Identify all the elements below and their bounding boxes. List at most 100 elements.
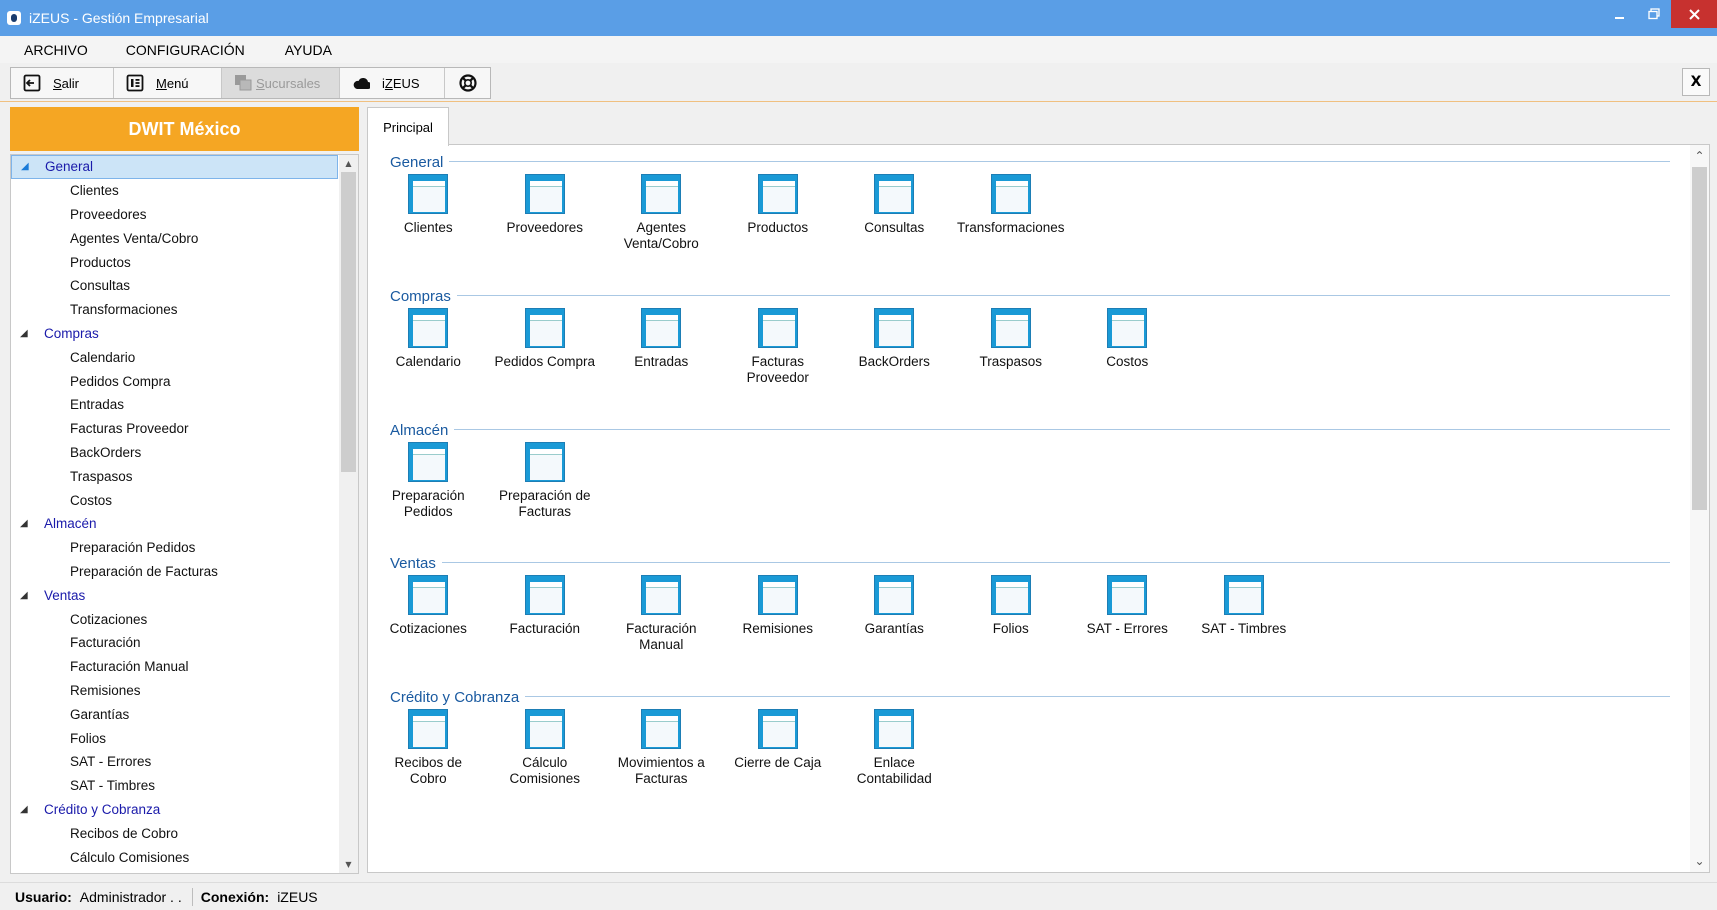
expand-triangle-icon[interactable]: ◢ — [20, 804, 30, 815]
tree-item-pedidos-compra[interactable]: Pedidos Compra — [11, 369, 338, 393]
launcher-backorders[interactable]: BackOrders — [836, 308, 953, 386]
menu-button[interactable]: Menú — [114, 68, 222, 98]
launcher-cierre-de-caja[interactable]: Cierre de Caja — [720, 709, 837, 787]
launcher-remisiones[interactable]: Remisiones — [720, 575, 837, 653]
tree-item-cotizaciones[interactable]: Cotizaciones — [11, 607, 338, 631]
launcher-folios[interactable]: Folios — [953, 575, 1070, 653]
tree-item-recibos-de-cobro[interactable]: Recibos de Cobro — [11, 821, 338, 845]
launcher-sat-timbres[interactable]: SAT - Timbres — [1186, 575, 1303, 653]
help-button[interactable] — [445, 68, 490, 98]
launcher-preparacion-pedidos[interactable]: Preparación Pedidos — [370, 442, 487, 520]
tree-group-almacen[interactable]: ◢ Almacén — [11, 512, 338, 536]
launcher-preparacion-de-facturas[interactable]: Preparación de Facturas — [487, 442, 604, 520]
menu-archivo[interactable]: ARCHIVO — [0, 42, 102, 58]
tree-group-label: Almacén — [44, 516, 97, 532]
folder-icon — [524, 174, 565, 214]
launcher-facturas-proveedor[interactable]: Facturas Proveedor — [720, 308, 837, 386]
izeus-button[interactable]: iZEUS — [340, 68, 445, 98]
menu-ayuda[interactable]: AYUDA — [259, 42, 346, 58]
expand-triangle-icon[interactable]: ◢ — [21, 161, 31, 172]
tree-item-facturacion-manual[interactable]: Facturación Manual — [11, 655, 338, 679]
tree-item-traspasos[interactable]: Traspasos — [11, 464, 338, 488]
launcher-label: Folios — [953, 621, 1069, 637]
launcher-consultas[interactable]: Consultas — [836, 174, 953, 252]
tree-item-agentes-venta-cobro[interactable]: Agentes Venta/Cobro — [11, 226, 338, 250]
launcher-cotizaciones[interactable]: Cotizaciones — [370, 575, 487, 653]
launcher-entradas[interactable]: Entradas — [603, 308, 720, 386]
launcher-calendario[interactable]: Calendario — [370, 308, 487, 386]
launcher-agentes-venta-cobro[interactable]: Agentes Venta/Cobro — [603, 174, 720, 252]
tree-scrollbar[interactable]: ▲ ▼ — [339, 155, 358, 873]
launcher-enlace-contabilidad[interactable]: Enlace Contabilidad — [836, 709, 953, 787]
tree-item-proveedores[interactable]: Proveedores — [11, 203, 338, 227]
scroll-down-icon[interactable]: ⌄ — [1690, 850, 1709, 872]
navigation-tree: ◢ General Clientes Proveedores Agentes Venta… — [10, 154, 359, 874]
launcher-calculo-comisiones[interactable]: Cálculo Comisiones — [487, 709, 604, 787]
tree-list: ◢ General Clientes Proveedores Agentes Venta… — [11, 155, 338, 869]
expand-triangle-icon[interactable]: ◢ — [20, 518, 30, 529]
launcher-recibos-de-cobro[interactable]: Recibos de Cobro — [370, 709, 487, 787]
tree-group-compras[interactable]: ◢ Compras — [11, 322, 338, 346]
content-scroll-thumb[interactable] — [1692, 167, 1707, 510]
launcher-facturacion[interactable]: Facturación — [487, 575, 604, 653]
tree-item-calculo-comisiones[interactable]: Cálculo Comisiones — [11, 845, 338, 869]
salir-button[interactable]: Salir — [11, 68, 114, 98]
launcher-garantias[interactable]: Garantías — [836, 575, 953, 653]
folder-icon — [641, 575, 682, 615]
tree-item-calendario[interactable]: Calendario — [11, 345, 338, 369]
restore-button[interactable] — [1637, 0, 1671, 28]
tree-item-preparacion-pedidos[interactable]: Preparación Pedidos — [11, 536, 338, 560]
expand-triangle-icon[interactable]: ◢ — [20, 328, 30, 339]
launcher-transformaciones[interactable]: Transformaciones — [953, 174, 1070, 252]
folder-icon — [757, 308, 798, 348]
tree-item-entradas[interactable]: Entradas — [11, 393, 338, 417]
scroll-up-icon[interactable]: ⌃ — [1690, 145, 1709, 167]
tree-item-clientes[interactable]: Clientes — [11, 179, 338, 203]
content-scrollbar[interactable]: ⌃ ⌄ — [1690, 145, 1709, 872]
tree-item-consultas[interactable]: Consultas — [11, 274, 338, 298]
launcher-productos[interactable]: Productos — [720, 174, 837, 252]
tree-item-facturas-proveedor[interactable]: Facturas Proveedor — [11, 417, 338, 441]
launcher-movimientos-a-facturas[interactable]: Movimientos a Facturas — [603, 709, 720, 787]
launcher-label-line: Facturas — [751, 354, 805, 369]
launcher-pedidos-compra[interactable]: Pedidos Compra — [487, 308, 604, 386]
menu-bar: ARCHIVO CONFIGURACIÓN AYUDA — [0, 36, 1717, 63]
tree-scroll-thumb[interactable] — [341, 172, 356, 472]
menu-configuracion[interactable]: CONFIGURACIÓN — [102, 42, 259, 58]
tree-item-costos[interactable]: Costos — [11, 488, 338, 512]
tree-item-transformaciones[interactable]: Transformaciones — [11, 298, 338, 322]
tree-group-credito-y-cobranza[interactable]: ◢ Crédito y Cobranza — [11, 798, 338, 822]
minimize-button[interactable] — [1603, 0, 1637, 28]
launcher-label: Productos — [720, 220, 836, 236]
tree-item-facturacion[interactable]: Facturación — [11, 631, 338, 655]
tree-item-remisiones[interactable]: Remisiones — [11, 679, 338, 703]
scroll-up-icon[interactable]: ▲ — [339, 155, 358, 172]
launcher-label-line: Entradas — [634, 354, 689, 369]
launcher-clientes[interactable]: Clientes — [370, 174, 487, 252]
toolbar-group: Salir Menú Sucursales iZEUS — [10, 67, 491, 99]
tree-item-sat-timbres[interactable]: SAT - Timbres — [11, 774, 338, 798]
tree-item-backorders[interactable]: BackOrders — [11, 441, 338, 465]
scroll-down-icon[interactable]: ▼ — [339, 856, 358, 873]
launcher-label-line: BackOrders — [858, 354, 930, 369]
tree-item-garantias[interactable]: Garantías — [11, 702, 338, 726]
tree-group-general[interactable]: ◢ General — [11, 155, 338, 179]
menu-icon — [126, 74, 144, 92]
tree-item-productos[interactable]: Productos — [11, 250, 338, 274]
launcher-proveedores[interactable]: Proveedores — [487, 174, 604, 252]
sucursales-button[interactable]: Sucursales — [222, 68, 340, 98]
tree-group-ventas[interactable]: ◢ Ventas — [11, 583, 338, 607]
launcher-costos[interactable]: Costos — [1069, 308, 1186, 386]
launcher-facturacion-manual[interactable]: Facturación Manual — [603, 575, 720, 653]
tab-principal[interactable]: Principal — [367, 107, 449, 146]
launcher-sat-errores[interactable]: SAT - Errores — [1069, 575, 1186, 653]
tree-item-preparacion-de-facturas[interactable]: Preparación de Facturas — [11, 560, 338, 584]
tree-item-folios[interactable]: Folios — [11, 726, 338, 750]
section-divider — [390, 161, 1670, 162]
close-module-button[interactable]: X — [1682, 68, 1710, 96]
close-window-button[interactable] — [1671, 0, 1717, 28]
tree-item-sat-errores[interactable]: SAT - Errores — [11, 750, 338, 774]
cloud-icon — [352, 74, 370, 92]
expand-triangle-icon[interactable]: ◢ — [20, 590, 30, 601]
launcher-traspasos[interactable]: Traspasos — [953, 308, 1070, 386]
